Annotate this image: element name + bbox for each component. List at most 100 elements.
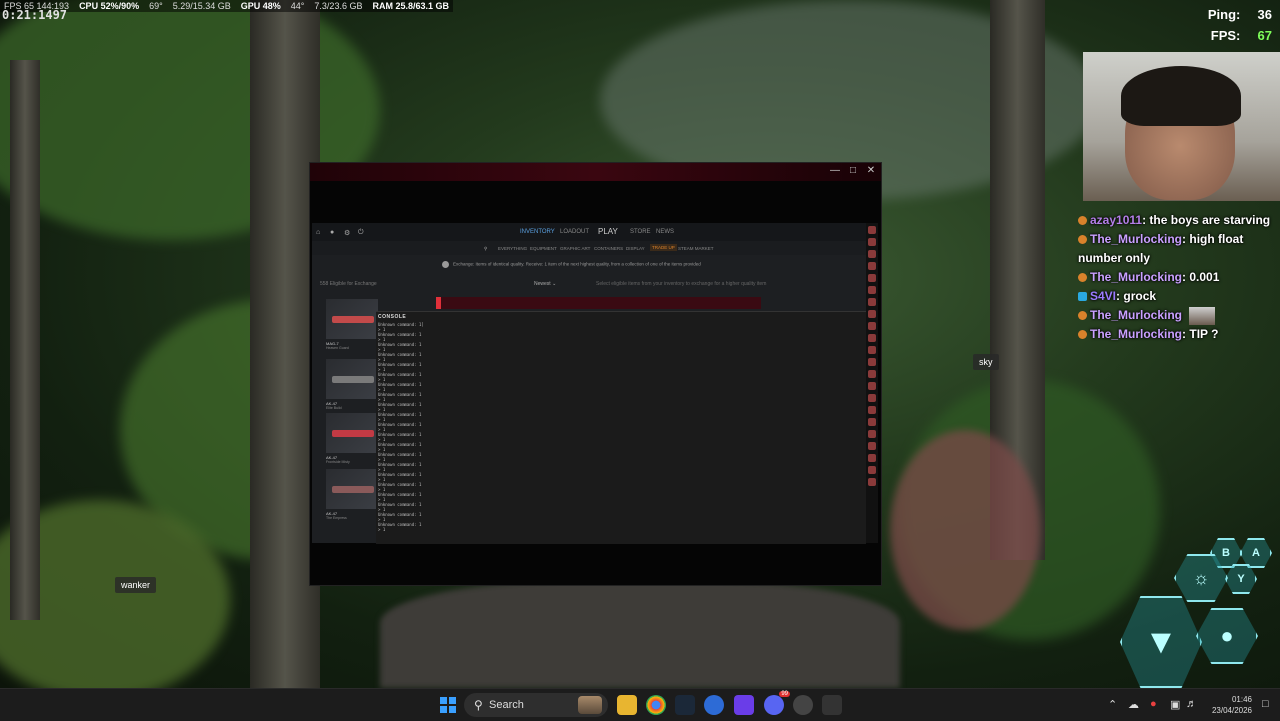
net-stats: Ping: 36 FPS: 67 (1208, 4, 1272, 46)
chat-user: S4VI (1090, 289, 1117, 303)
friend-avatar[interactable] (868, 250, 876, 258)
game-launcher-icon[interactable] (822, 695, 842, 715)
console-line: > 1 (378, 527, 386, 532)
tab-play[interactable]: PLAY (598, 227, 618, 236)
ability-hud: B A Y ☼ ▼ ● (1118, 538, 1274, 688)
friend-avatar[interactable] (868, 346, 876, 354)
filter-display[interactable]: DISPLAY (626, 246, 645, 251)
friend-avatar[interactable] (868, 310, 876, 318)
settings-gear-icon[interactable]: ⚙ (344, 229, 350, 237)
file-explorer-icon[interactable] (617, 695, 637, 715)
tab-loadout[interactable]: LOADOUT (560, 229, 589, 235)
game-client: ⌂ ● ⚙ ⏻ INVENTORY LOADOUT PLAY STORE NEW… (312, 223, 878, 544)
clock-time: 01:46 (1231, 695, 1252, 704)
friend-avatar[interactable] (868, 322, 876, 330)
water-ability-icon[interactable]: ● (1196, 608, 1258, 664)
steam-icon[interactable] (675, 695, 695, 715)
power-icon[interactable]: ⏻ (358, 229, 364, 237)
player-nametag: sky (973, 354, 999, 370)
chat-message: S4VI: grock (1078, 287, 1278, 306)
system-clock[interactable]: 01:46 23/04/2026 (1208, 694, 1252, 716)
minimize-icon[interactable]: — (827, 165, 843, 176)
main-nav: ⌂ ● ⚙ ⏻ INVENTORY LOADOUT PLAY STORE NEW… (312, 223, 868, 241)
item-card[interactable]: AK-47 The Empress (326, 469, 378, 525)
friend-avatar[interactable] (868, 262, 876, 270)
microphone-icon[interactable]: ● (1150, 698, 1157, 710)
filter-steam-market[interactable]: STEAM MARKET (678, 246, 714, 251)
item-skin: Frontside Misty (326, 460, 350, 464)
friend-avatar[interactable] (868, 430, 876, 438)
friend-avatar[interactable] (868, 370, 876, 378)
friend-avatar[interactable] (868, 406, 876, 414)
filter-trade-up[interactable]: TRADE UP (650, 244, 677, 251)
stream-timer: 0:21:1497 (2, 8, 68, 22)
tray-chevron-icon[interactable]: ⌃ (1108, 698, 1117, 711)
ping-row: Ping: 36 (1208, 4, 1272, 25)
chat-text: 0.001 (1189, 270, 1220, 284)
friend-avatar[interactable] (868, 358, 876, 366)
maximize-icon[interactable]: □ (845, 165, 861, 176)
windows-start-icon[interactable] (440, 697, 456, 713)
friend-avatar[interactable] (868, 382, 876, 390)
friend-avatar[interactable] (868, 454, 876, 462)
tab-inventory[interactable]: INVENTORY (520, 229, 555, 235)
fps-label: FPS: (1210, 28, 1241, 43)
home-icon[interactable]: ⌂ (316, 229, 320, 236)
filter-everything[interactable]: EVERYTHING (498, 246, 527, 251)
ping-value: 36 (1257, 7, 1272, 22)
developer-console[interactable]: CONSOLE Unknown command: 1] > 1 Unknown co… (376, 311, 866, 544)
footprint-ability-icon[interactable]: ▼ (1120, 596, 1202, 688)
friend-avatar[interactable] (868, 394, 876, 402)
friend-avatar[interactable] (868, 466, 876, 474)
friend-avatar[interactable] (868, 418, 876, 426)
weapon-icon (332, 430, 374, 437)
taskbar-search[interactable]: ⚲ Search (464, 693, 608, 717)
item-image (326, 359, 378, 399)
chrome-icon[interactable] (646, 695, 666, 715)
filter-graphic-art[interactable]: GRAPHIC ART (560, 246, 590, 251)
friend-avatar[interactable] (868, 286, 876, 294)
item-card[interactable]: AK-47 Frontside Misty (326, 413, 378, 469)
sub-badge-icon (1078, 311, 1087, 321)
friends-icon[interactable]: ● (330, 229, 334, 236)
obs-icon[interactable] (793, 695, 813, 715)
console-title: CONSOLE (378, 314, 407, 320)
sub-badge-icon (1078, 330, 1087, 340)
close-icon[interactable]: ✕ (863, 165, 879, 176)
friend-avatar[interactable] (868, 226, 876, 234)
sub-badge-icon (1078, 273, 1087, 283)
friend-avatar[interactable] (868, 274, 876, 282)
discord-icon[interactable]: 99 (764, 691, 790, 715)
volume-icon[interactable]: ♬ (1186, 698, 1197, 710)
network-icon[interactable]: ▣ (1170, 698, 1180, 711)
chat-user: The_Murlocking (1090, 327, 1183, 341)
fps-row: FPS: 67 (1208, 25, 1272, 46)
window-titlebar[interactable]: — □ ✕ (310, 163, 881, 181)
friend-avatar[interactable] (868, 298, 876, 306)
search-icon[interactable]: ⚲ (484, 246, 487, 252)
cloud-icon[interactable]: ☁ (1128, 698, 1139, 711)
friend-avatar[interactable] (868, 442, 876, 450)
notification-icon[interactable]: □ (1262, 698, 1269, 710)
item-card[interactable]: AK-47 Elite Build (326, 359, 378, 415)
friend-avatar[interactable] (868, 478, 876, 486)
item-card[interactable]: MAG-7 Heaven Guard (326, 299, 378, 355)
friends-strip (866, 223, 878, 543)
sort-value: Newest (534, 281, 551, 287)
discord-badge: 99 (779, 691, 790, 697)
filter-equipment[interactable]: EQUIPMENT (530, 246, 557, 251)
search-icon: ⚲ (474, 698, 483, 712)
search-highlight-icon (578, 696, 602, 714)
tab-store[interactable]: STORE (630, 229, 651, 235)
friend-avatar[interactable] (868, 334, 876, 342)
taskbar: ⚲ Search 99 ⌃ ☁ ● ▣ ♬ 01:46 23/04/2026 □ (0, 688, 1280, 721)
app-grid-icon[interactable] (734, 695, 754, 715)
friend-avatar[interactable] (868, 238, 876, 246)
ccleaner-icon[interactable] (704, 695, 724, 715)
sort-dropdown[interactable]: Newest ⌄ (534, 281, 556, 287)
trade-contract-bar[interactable] (436, 297, 761, 309)
chat-text: grock (1123, 289, 1157, 303)
filter-containers[interactable]: CONTAINERS (594, 246, 623, 251)
tab-news[interactable]: NEWS (656, 229, 674, 235)
inventory-subnav: ⚲ EVERYTHING EQUIPMENT GRAPHIC ART CONTA… (312, 241, 868, 255)
